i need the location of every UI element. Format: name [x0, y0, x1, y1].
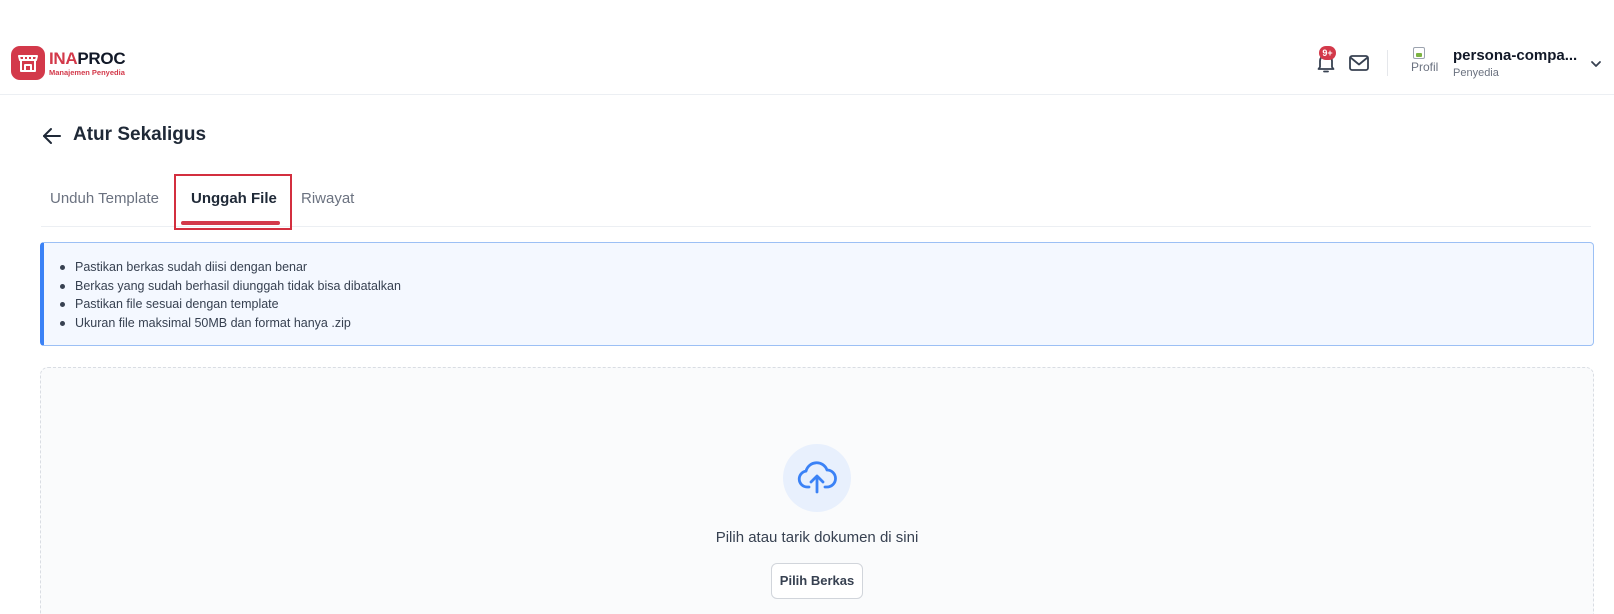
top-header: INAPROC Manajemen Penyedia 9+ Profil per…: [0, 35, 1614, 95]
choose-file-button[interactable]: Pilih Berkas: [771, 563, 863, 599]
user-role: Penyedia: [1453, 67, 1499, 79]
logo-subtitle: Manajemen Penyedia: [49, 67, 125, 77]
tab-unduh-template[interactable]: Unduh Template: [50, 190, 159, 207]
mail-icon[interactable]: [1348, 53, 1370, 73]
info-item: Ukuran file maksimal 50MB dan format han…: [60, 314, 401, 333]
page-title: Atur Sekaligus: [73, 124, 207, 145]
cloud-upload-icon: [783, 444, 851, 512]
storefront-icon: [11, 46, 45, 80]
dropzone-instruction: Pilih atau tarik dokumen di sini: [715, 529, 919, 546]
info-item: Pastikan file sesuai dengan template: [60, 295, 401, 314]
user-name[interactable]: persona-compa...: [1453, 47, 1577, 64]
info-item: Pastikan berkas sudah diisi dengan benar: [60, 258, 401, 277]
info-item: Berkas yang sudah berhasil diunggah tida…: [60, 277, 401, 296]
avatar[interactable]: Profil: [1411, 47, 1447, 81]
back-arrow-icon[interactable]: [41, 125, 63, 147]
notification-badge: 9+: [1319, 46, 1336, 60]
header-divider: [1387, 50, 1388, 76]
broken-image-icon: [1413, 47, 1425, 59]
chevron-down-icon[interactable]: [1589, 57, 1603, 71]
info-list: Pastikan berkas sudah diisi dengan benar…: [60, 258, 401, 333]
tab-highlight-box: [174, 174, 292, 230]
logo-title: INAPROC: [49, 48, 126, 68]
avatar-alt-text: Profil: [1411, 60, 1439, 74]
info-alert: Pastikan berkas sudah diisi dengan benar…: [40, 242, 1594, 346]
inaproc-logo[interactable]: INAPROC Manajemen Penyedia: [11, 46, 126, 80]
tab-riwayat[interactable]: Riwayat: [301, 190, 354, 207]
